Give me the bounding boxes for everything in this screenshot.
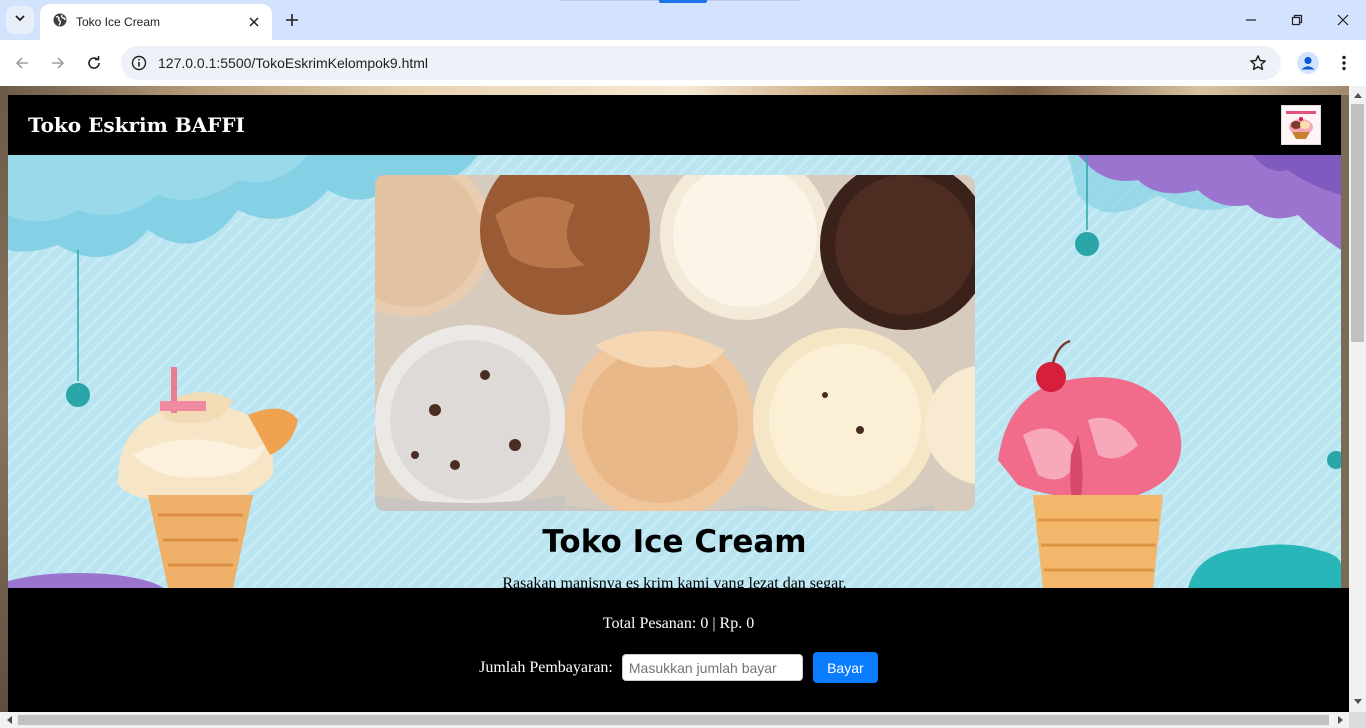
tab-title: Toko Ice Cream [76, 15, 161, 29]
profile-button[interactable] [1294, 49, 1322, 77]
browser-menu-button[interactable] [1330, 49, 1358, 77]
tab-accent-indicator [659, 0, 707, 3]
browser-toolbar: 127.0.0.1:5500/TokoEskrimKelompok9.html [0, 40, 1366, 86]
payment-label: Jumlah Pembayaran: [479, 658, 613, 676]
close-window-button[interactable] [1320, 0, 1366, 40]
tab-close-button[interactable] [246, 14, 262, 30]
order-total: Total Pesanan: 0 | Rp. 0 [602, 615, 755, 632]
hero-section: Toko Ice Cream Rasakan manisnya es krim … [8, 155, 1341, 588]
close-icon [1337, 14, 1349, 26]
back-button[interactable] [8, 49, 36, 77]
minimize-button[interactable] [1228, 0, 1274, 40]
arrow-right-icon [52, 57, 65, 69]
minimize-icon [1246, 19, 1256, 21]
shop-logo [1281, 105, 1321, 145]
person-icon [1297, 52, 1319, 74]
order-summary: Total Pesanan: 0 | Rp. 0 Jumlah Pembayar… [8, 588, 1349, 712]
chevron-down-icon [14, 11, 26, 29]
new-tab-button[interactable] [282, 10, 302, 30]
browser-tab[interactable]: Toko Ice Cream [40, 4, 272, 40]
reload-icon [88, 56, 100, 69]
info-icon[interactable] [129, 53, 149, 73]
payment-amount-input[interactable] [621, 654, 803, 681]
close-icon [249, 17, 259, 27]
plus-icon [286, 14, 298, 26]
ice-cream-photo [375, 175, 975, 511]
pay-button[interactable]: Bayar [812, 652, 878, 683]
horizontal-scroll-thumb[interactable] [18, 715, 1329, 725]
restore-button[interactable] [1274, 0, 1320, 40]
url-text[interactable]: 127.0.0.1:5500/TokoEskrimKelompok9.html [158, 55, 1247, 71]
scrollbar-corner [1349, 712, 1366, 728]
scroll-right-arrow[interactable] [1333, 712, 1347, 728]
scroll-up-arrow[interactable] [1349, 88, 1366, 102]
reload-button[interactable] [80, 49, 108, 77]
restore-icon [1291, 14, 1303, 26]
address-bar[interactable]: 127.0.0.1:5500/TokoEskrimKelompok9.html [121, 46, 1281, 80]
horizontal-scrollbar[interactable] [0, 712, 1349, 728]
page-background [0, 86, 1366, 95]
kebab-menu-icon [1342, 55, 1346, 71]
payment-row: Jumlah Pembayaran: Bayar [8, 652, 1349, 683]
scroll-left-arrow[interactable] [2, 712, 16, 728]
arrow-left-icon [15, 57, 28, 69]
forward-button[interactable] [44, 49, 72, 77]
vertical-scrollbar[interactable] [1349, 86, 1366, 712]
scroll-down-arrow[interactable] [1349, 694, 1366, 708]
globe-icon [52, 12, 68, 33]
vertical-scroll-thumb[interactable] [1351, 104, 1364, 342]
page-background-edge [0, 86, 8, 728]
hero-title: Toko Ice Cream [542, 524, 807, 560]
star-icon[interactable] [1247, 52, 1269, 74]
page-viewport: Toko Eskrim BAFFI Toko Ice Cream Rasakan… [0, 86, 1366, 728]
hero-subtitle: Rasakan manisnya es krim kami yang lezat… [502, 575, 847, 588]
tab-strip: Toko Ice Cream [0, 0, 1366, 40]
tab-search-button[interactable] [6, 6, 34, 34]
site-brand: Toko Eskrim BAFFI [28, 113, 245, 137]
site-header: Toko Eskrim BAFFI [8, 95, 1341, 155]
